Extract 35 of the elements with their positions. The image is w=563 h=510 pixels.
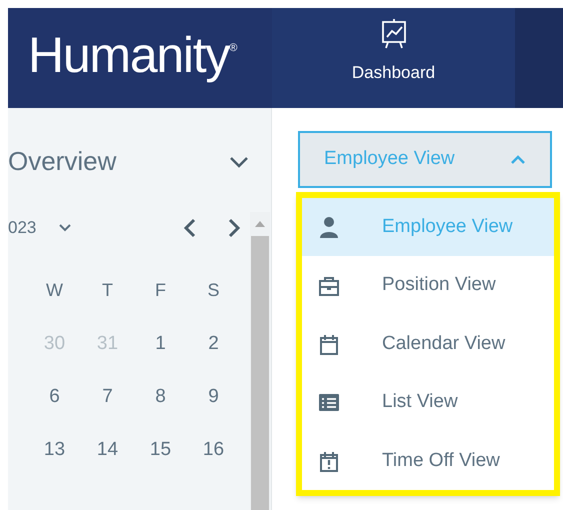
calendar-day[interactable]: 15 <box>150 436 172 464</box>
calendar-day[interactable]: 7 <box>102 382 113 411</box>
calendar-day[interactable]: 2 <box>208 330 219 358</box>
calendar-day[interactable]: 6 <box>49 382 60 411</box>
scrollbar[interactable] <box>250 212 270 510</box>
weekday-label: W <box>46 278 63 302</box>
dropdown-option[interactable]: Time Off View <box>302 432 554 490</box>
person-icon <box>318 216 340 238</box>
scrollbar-thumb[interactable] <box>251 236 269 510</box>
nav-tab[interactable]: Dashboard <box>272 8 515 108</box>
dropdown-option[interactable]: Calendar View <box>302 314 554 374</box>
calendar-icon <box>318 333 340 356</box>
logo: Humanity <box>28 30 230 80</box>
calendar-day[interactable]: 16 <box>202 436 224 464</box>
month-year-label: 023 <box>8 217 36 239</box>
calendar-day[interactable]: 8 <box>155 382 166 411</box>
calendar-day[interactable]: 1 <box>155 330 166 358</box>
calendar-alert-icon <box>318 450 340 472</box>
registered-mark: ® <box>229 42 238 54</box>
previous-icon[interactable] <box>183 218 197 238</box>
weekday-label: T <box>102 278 113 302</box>
weekday-label: S <box>207 278 220 302</box>
dropdown-option[interactable]: List View <box>302 373 554 432</box>
weekday-label: F <box>155 278 166 302</box>
next-icon[interactable] <box>227 218 241 238</box>
chevron-down-icon[interactable] <box>229 156 249 168</box>
briefcase-icon <box>318 274 340 297</box>
chevron-up-icon <box>510 154 526 164</box>
dropdown-caret-icon[interactable] <box>58 223 72 232</box>
calendar-day[interactable]: 14 <box>96 436 118 464</box>
list-icon <box>318 391 340 414</box>
sidebar-title: Overview <box>8 145 116 178</box>
dropdown-option[interactable]: Position View <box>302 256 554 315</box>
calendar-day[interactable]: 9 <box>208 382 219 411</box>
calendar-day[interactable]: 13 <box>44 436 66 464</box>
